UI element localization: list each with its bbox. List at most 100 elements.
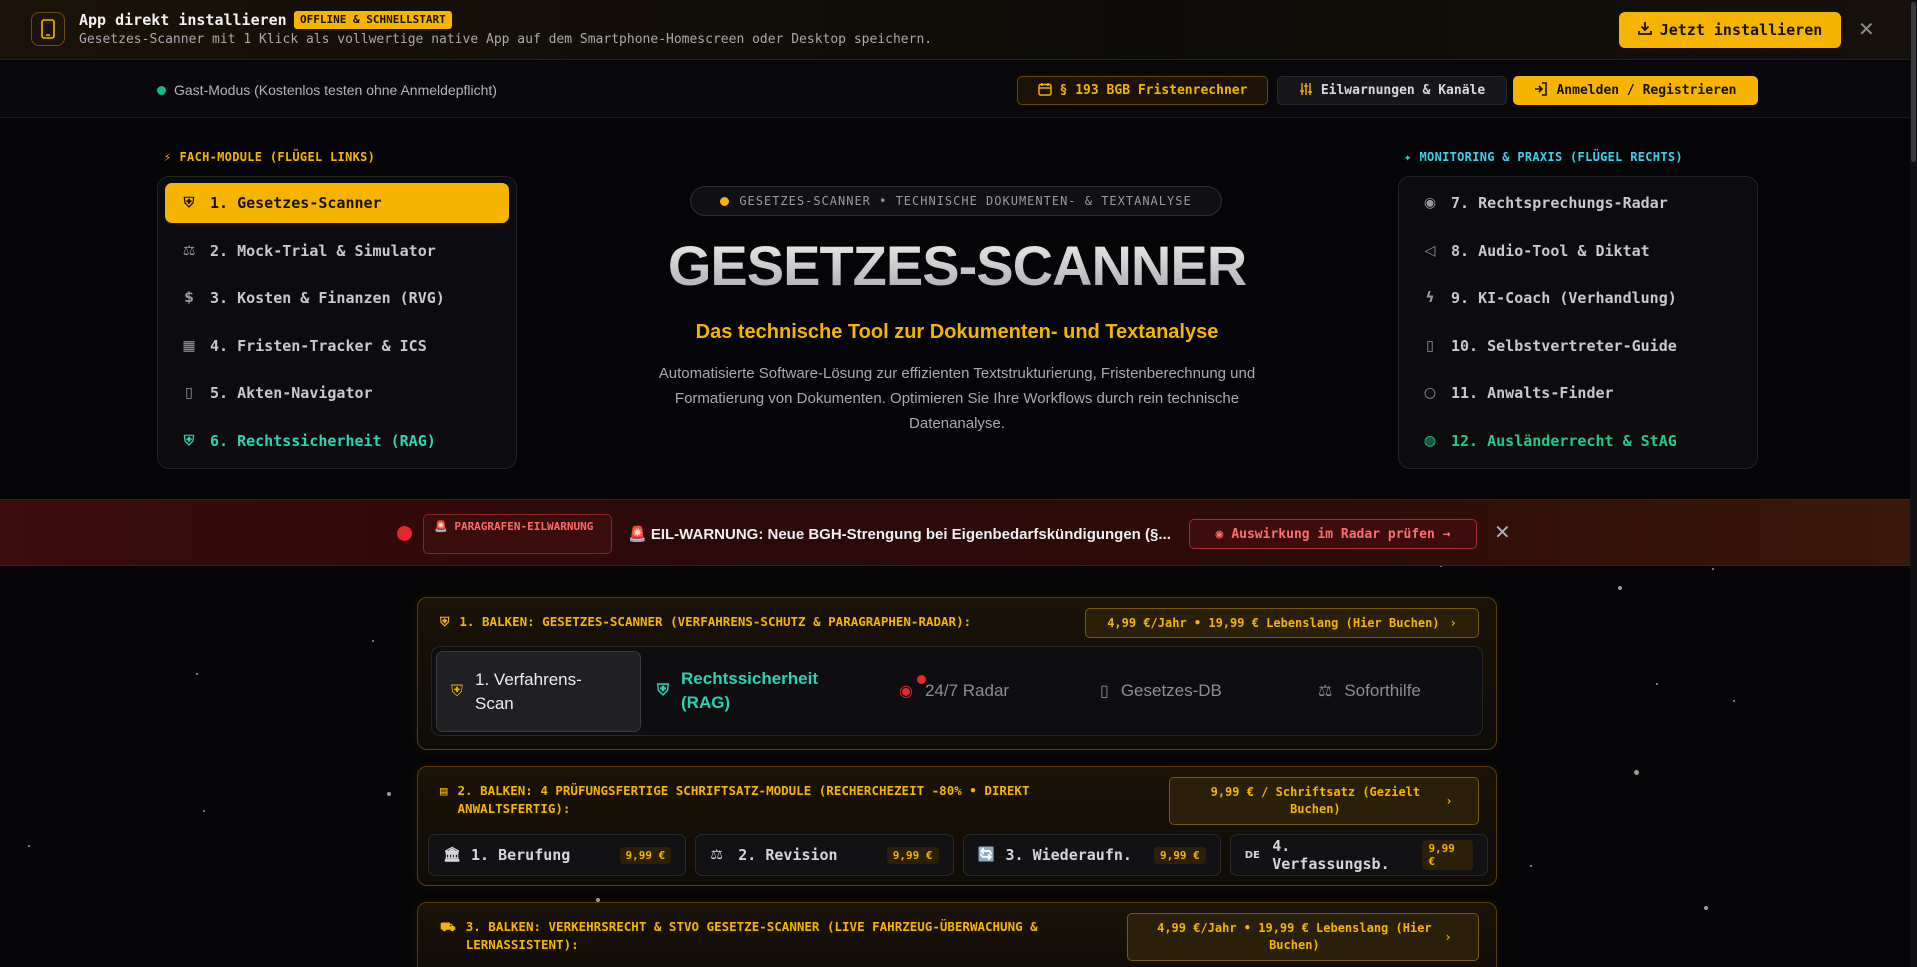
login-button[interactable]: Anmelden / Registrieren xyxy=(1513,76,1758,105)
module-verfassungsbeschwerde[interactable]: DE 4. Verfassungsb. 9,99 € xyxy=(1229,834,1488,876)
close-icon[interactable]: ✕ xyxy=(1494,520,1511,545)
shield-check-icon: ⛨ xyxy=(657,682,670,699)
radar-check-button[interactable]: ◉ Auswirkung im Radar prüfen → xyxy=(1189,519,1477,549)
bolt-icon: ϟ xyxy=(1425,290,1435,306)
car-icon: ⛟ xyxy=(440,919,456,934)
bar-gesetzes-scanner: ⛨ 1. BALKEN: GESETZES-SCANNER (VERFAHREN… xyxy=(417,597,1497,750)
price-badge: 9,99 € xyxy=(1422,840,1474,870)
status-dot-icon xyxy=(157,85,166,95)
module-wiederaufnahme[interactable]: 🔄 3. Wiederaufn. 9,99 € xyxy=(962,834,1221,876)
page-subtitle: Das technische Tool zur Dokumenten- und … xyxy=(695,321,1219,343)
status-dot-icon xyxy=(720,196,730,206)
warning-text[interactable]: 🚨 EIL-WARNUNG: Neue BGH-Strengung bei Ei… xyxy=(628,525,1173,543)
shield-icon: ⛨ xyxy=(451,682,464,700)
login-label: Anmelden / Registrieren xyxy=(1556,83,1737,98)
eilwarnungen-label: Eilwarnungen & Kanäle xyxy=(1320,83,1486,98)
sidebar-item-gesetzes-scanner[interactable]: ⛨ 1. Gesetzes-Scanner xyxy=(165,183,509,223)
urgent-warning-banner: 🚨 PARAGRAFEN-EILWARNUNG 🚨 EIL-WARNUNG: N… xyxy=(0,499,1910,566)
eilwarnungen-button[interactable]: Eilwarnungen & Kanäle xyxy=(1277,76,1507,105)
sidebar-item-akten-navigator[interactable]: ▯ 5. Akten-Navigator xyxy=(165,373,509,413)
sidebar-item-radar[interactable]: ◉ 7. Rechtsprechungs-Radar xyxy=(1406,183,1750,223)
install-title: App direkt installieren xyxy=(79,11,287,29)
login-icon xyxy=(1534,81,1548,100)
tab-rechtssicherheit[interactable]: ⛨ Rechtssicherheit (RAG) xyxy=(657,647,841,735)
page-title: GESETZES-SCANNER xyxy=(560,233,1354,298)
sidebar-item-selbstvertreter[interactable]: ▯ 10. Selbstvertreter-Guide xyxy=(1406,326,1750,366)
tab-radar[interactable]: ◉ 24/7 Radar xyxy=(899,647,1009,735)
bolt-icon: ⚡ xyxy=(164,150,172,164)
sidebar-item-anwalts-finder[interactable]: ○ 11. Anwalts-Finder xyxy=(1406,373,1750,413)
sidebar-item-audio-tool[interactable]: ◁ 8. Audio-Tool & Diktat xyxy=(1406,231,1750,271)
chevron-right-icon: › xyxy=(1445,793,1453,808)
radio-icon: ◉ xyxy=(1423,195,1437,211)
flag-icon: DE xyxy=(1244,849,1260,861)
install-badge: OFFLINE & SCHNELLSTART xyxy=(294,11,452,29)
module-revision[interactable]: ⚖ 2. Revision 9,99 € xyxy=(695,834,954,876)
module-berufung[interactable]: 🏛 1. Berufung 9,99 € xyxy=(428,834,687,876)
tab-gesetzes-db[interactable]: ▯ Gesetzes-DB xyxy=(1100,647,1222,735)
guest-mode-label: Gast-Modus (Kostenlos testen ohne Anmeld… xyxy=(174,82,497,98)
left-module-panel: ⛨ 1. Gesetzes-Scanner ⚖ 2. Mock-Trial & … xyxy=(157,176,517,469)
sidebar-item-ki-coach[interactable]: ϟ 9. KI-Coach (Verhandlung) xyxy=(1406,278,1750,318)
shield-icon: ⛨ xyxy=(440,614,450,629)
sidebar-item-fristen-tracker[interactable]: ▦ 4. Fristen-Tracker & ICS xyxy=(165,326,509,366)
chevron-right-icon: › xyxy=(1449,615,1457,630)
bar-title: ⛨ 1. BALKEN: GESETZES-SCANNER (VERFAHREN… xyxy=(440,614,972,629)
tab-verfahrens-scan[interactable]: ⛨ 1. Verfahrens-Scan xyxy=(436,651,641,732)
institution-icon: 🏛 xyxy=(443,847,461,863)
sidebar-item-mock-trial[interactable]: ⚖ 2. Mock-Trial & Simulator xyxy=(165,231,509,271)
left-panel-heading: ⚡ FACH-MODULE (FLÜGEL LINKS) xyxy=(164,150,376,164)
globe-icon: ◍ xyxy=(1423,432,1437,449)
calendar-icon xyxy=(1037,82,1052,100)
document-icon: ▤ xyxy=(440,783,448,798)
fristenrechner-label: § 193 BGB Fristenrechner xyxy=(1059,83,1248,98)
satellite-icon: ✦ xyxy=(1404,150,1412,164)
right-panel-heading: ✦ MONITORING & PRAXIS (FLÜGEL RECHTS) xyxy=(1404,150,1683,164)
dollar-icon: $ xyxy=(184,290,194,306)
close-icon[interactable]: ✕ xyxy=(1858,17,1875,42)
sidebar-item-rechtssicherheit[interactable]: ⛨ 6. Rechtssicherheit (RAG) xyxy=(165,421,509,461)
right-module-panel: ◉ 7. Rechtsprechungs-Radar ◁ 8. Audio-To… xyxy=(1398,176,1758,469)
install-subtitle: Gesetzes-Scanner mit 1 Klick als vollwer… xyxy=(79,32,933,47)
install-button-label: Jetzt installieren xyxy=(1659,21,1823,39)
price-button[interactable]: 4,99 €/Jahr • 19,99 € Lebenslang (Hier B… xyxy=(1085,608,1479,638)
module-list: 🏛 1. Berufung 9,99 € ⚖ 2. Revision 9,99 … xyxy=(428,834,1488,876)
search-icon: ○ xyxy=(1423,385,1437,401)
scale-icon: ⚖ xyxy=(1318,683,1333,700)
speaker-icon: ◁ xyxy=(1424,242,1436,259)
alert-dot-icon xyxy=(397,526,412,541)
chevron-right-icon: › xyxy=(1444,929,1452,944)
book-icon: ▯ xyxy=(1100,683,1109,700)
smartphone-icon xyxy=(31,12,65,46)
top-navigation: Gast-Modus (Kostenlos testen ohne Anmeld… xyxy=(0,62,1910,118)
install-button[interactable]: Jetzt installieren xyxy=(1619,12,1841,48)
radio-icon: ◉ xyxy=(1215,526,1224,542)
install-banner: App direkt installieren OFFLINE & SCHNEL… xyxy=(0,0,1910,60)
price-button[interactable]: 4,99 €/Jahr • 19,99 € Lebenslang (Hier B… xyxy=(1127,913,1479,961)
notification-dot-icon xyxy=(917,675,926,684)
price-badge: 9,99 € xyxy=(1154,846,1206,864)
price-badge: 9,99 € xyxy=(886,846,939,864)
sidebar-item-auslaenderrecht[interactable]: ◍ 12. Ausländerrecht & StAG xyxy=(1406,421,1750,461)
scale-icon: ⚖ xyxy=(710,847,723,863)
calendar-icon: ▦ xyxy=(182,337,196,354)
bar-verkehrsrecht: ⛟ 3. BALKEN: VERKEHRSRECHT & STVO GESETZ… xyxy=(417,902,1497,967)
price-button[interactable]: 9,99 € / Schriftsatz (Gezielt Buchen) › xyxy=(1169,777,1479,825)
radio-icon: ◉ xyxy=(899,683,913,700)
shield-check-icon: ⛨ xyxy=(183,432,195,449)
price-badge: 9,99 € xyxy=(619,846,672,864)
page-description: Automatisierte Software-Lösung zur effiz… xyxy=(658,365,1256,432)
hero-pill: GESETZES-SCANNER • TECHNISCHE DOKUMENTEN… xyxy=(690,186,1222,216)
fristenrechner-button[interactable]: § 193 BGB Fristenrechner xyxy=(1017,76,1268,105)
sliders-icon xyxy=(1299,82,1313,100)
tab-soforthilfe[interactable]: ⚖ Soforthilfe xyxy=(1318,647,1421,735)
warning-tag: 🚨 PARAGRAFEN-EILWARNUNG xyxy=(423,514,612,554)
scrollbar-thumb[interactable] xyxy=(1911,2,1916,162)
shield-icon: ⛨ xyxy=(183,195,195,211)
scanner-tabs: ⛨ 1. Verfahrens-Scan ⛨ Rechtssicherheit … xyxy=(431,646,1483,736)
bar-title: ▤ 2. BALKEN: 4 PRÜFUNGSFERTIGE SCHRIFTSA… xyxy=(440,783,1030,816)
sidebar-item-kosten[interactable]: $ 3. Kosten & Finanzen (RVG) xyxy=(165,278,509,318)
scale-icon: ⚖ xyxy=(182,242,196,259)
bar-title: ⛟ 3. BALKEN: VERKEHRSRECHT & STVO GESETZ… xyxy=(440,919,1038,952)
bar-schriftsatz-module: ▤ 2. BALKEN: 4 PRÜFUNGSFERTIGE SCHRIFTSA… xyxy=(417,766,1497,886)
